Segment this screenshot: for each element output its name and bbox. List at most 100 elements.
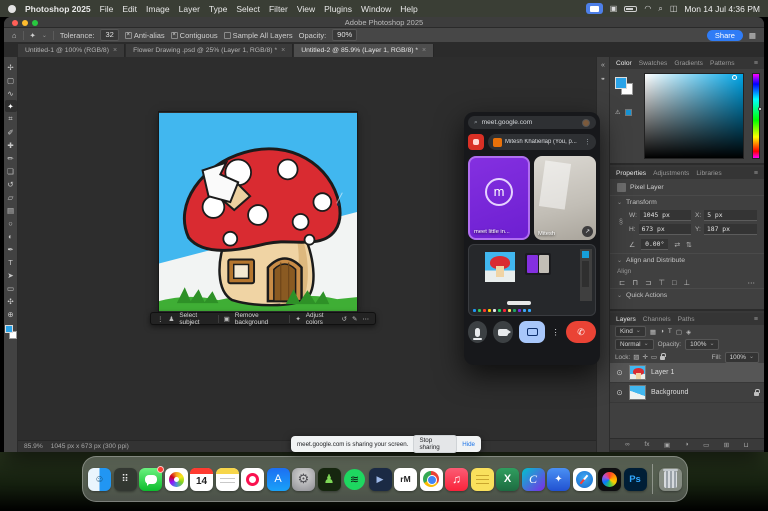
- width-input[interactable]: 1045 px: [640, 210, 691, 221]
- height-input[interactable]: 673 px: [639, 224, 691, 235]
- menu-help[interactable]: Help: [400, 4, 417, 14]
- crop-tool-icon[interactable]: ⌗: [5, 113, 17, 125]
- lock-artboard-icon[interactable]: ▭: [651, 353, 657, 361]
- screen-share-preview[interactable]: [468, 244, 596, 316]
- menu-bar-clock[interactable]: Mon 14 Jul 4:36 PM: [684, 4, 760, 14]
- brush-tool-icon[interactable]: ✏: [5, 152, 17, 164]
- tab-layers[interactable]: Layers: [616, 316, 636, 323]
- filter-adjustment-icon[interactable]: ◑: [660, 328, 664, 335]
- align-bottom-icon[interactable]: ⊥: [684, 278, 691, 287]
- more-options-icon[interactable]: ⋮: [584, 138, 591, 146]
- layer-thumbnail[interactable]: [629, 385, 646, 400]
- home-icon[interactable]: ⌂: [12, 31, 17, 40]
- menu-layer[interactable]: Layer: [179, 4, 200, 14]
- lock-position-icon[interactable]: ✛: [642, 353, 647, 361]
- dock-item-remarkable[interactable]: rM: [394, 468, 417, 491]
- layer-fill-input[interactable]: 100% ⌄: [725, 352, 759, 363]
- menu-plugins[interactable]: Plugins: [324, 4, 352, 14]
- camera-tile[interactable]: Mitesh ↗: [534, 156, 596, 240]
- healing-brush-tool-icon[interactable]: ✚: [5, 139, 17, 151]
- x-input[interactable]: 5 px: [704, 210, 757, 221]
- edit-icon[interactable]: ✎: [352, 315, 357, 323]
- canvas-mushroom-house[interactable]: [159, 112, 357, 312]
- hide-link[interactable]: Hide: [462, 441, 475, 448]
- document-tab-1[interactable]: Untitled-1 @ 100% (RGB/8) ×: [18, 44, 125, 57]
- menu-type[interactable]: Type: [209, 4, 227, 14]
- menu-filter[interactable]: Filter: [269, 4, 288, 14]
- layer-mask-icon[interactable]: ▣: [664, 441, 670, 449]
- hue-slider[interactable]: [752, 73, 760, 159]
- align-top-icon[interactable]: ⊤: [658, 278, 665, 287]
- lock-all-icon[interactable]: [660, 356, 665, 360]
- expand-tile-icon[interactable]: ↗: [582, 226, 593, 237]
- share-button[interactable]: Share: [707, 30, 743, 41]
- menu-window[interactable]: Window: [361, 4, 391, 14]
- participant-chip[interactable]: Mitesh Khatierlap (You, p... ⋮: [488, 134, 596, 150]
- profile-avatar[interactable]: [582, 119, 590, 127]
- flip-horizontal-icon[interactable]: ⇄: [674, 241, 680, 249]
- tab-color[interactable]: Color: [616, 60, 632, 67]
- hand-tool-icon[interactable]: ✣: [5, 295, 17, 307]
- align-section-label[interactable]: Align and Distribute: [626, 257, 685, 264]
- layer-name[interactable]: Background: [651, 389, 688, 396]
- visibility-eye-icon[interactable]: ⊙: [615, 388, 624, 397]
- lasso-tool-icon[interactable]: ∿: [5, 87, 17, 99]
- anti-alias-checkbox[interactable]: × Anti-alias: [125, 31, 165, 40]
- layer-effects-icon[interactable]: fx: [644, 441, 649, 448]
- path-selection-tool-icon[interactable]: ➤: [5, 269, 17, 281]
- chevron-down-icon[interactable]: ⌄: [617, 292, 622, 299]
- remove-background-button[interactable]: Remove background: [235, 312, 285, 326]
- history-icon[interactable]: ↺: [342, 315, 347, 323]
- menu-select[interactable]: Select: [236, 4, 260, 14]
- layer-filter-kind-dropdown[interactable]: Kind ⌄: [615, 326, 646, 337]
- close-tab-icon[interactable]: ×: [281, 47, 285, 54]
- align-middle-icon[interactable]: □: [672, 278, 677, 287]
- zoom-tool-icon[interactable]: ⊕: [5, 308, 17, 320]
- tab-channels[interactable]: Channels: [643, 316, 671, 323]
- tool-preset-caret-icon[interactable]: ⌄: [42, 32, 47, 39]
- align-center-icon[interactable]: ⊓: [632, 278, 638, 287]
- tab-swatches[interactable]: Swatches: [639, 60, 668, 67]
- collapse-panels-icon[interactable]: «: [601, 62, 605, 69]
- blur-tool-icon[interactable]: ○: [5, 217, 17, 229]
- dock-item-fitness[interactable]: [241, 468, 264, 491]
- select-subject-button[interactable]: Select subject: [179, 312, 213, 326]
- dock-item-photoshop[interactable]: Ps: [624, 468, 647, 491]
- more-align-icon[interactable]: ⋯: [748, 278, 756, 287]
- visibility-eye-icon[interactable]: ⊙: [615, 368, 624, 377]
- link-dimensions-icon[interactable]: §: [617, 219, 625, 226]
- dock-item-launchpad[interactable]: ⠿: [114, 468, 137, 491]
- eyedropper-tool-icon[interactable]: ✐: [5, 126, 17, 138]
- link-layers-icon[interactable]: ∞: [625, 441, 630, 448]
- tab-gradients[interactable]: Gradients: [674, 60, 703, 67]
- dock-item-safari[interactable]: [573, 468, 596, 491]
- dock-item-blue-app[interactable]: ✦: [547, 468, 570, 491]
- layer-thumbnail[interactable]: [629, 365, 646, 380]
- dock-item-green-app[interactable]: ♟: [318, 468, 341, 491]
- workspace-switcher-icon[interactable]: ▦: [749, 31, 756, 40]
- tab-paths[interactable]: Paths: [678, 316, 695, 323]
- close-tab-icon[interactable]: ×: [422, 47, 426, 54]
- dock-item-spotify[interactable]: ≋: [343, 468, 366, 491]
- menu-image[interactable]: Image: [146, 4, 170, 14]
- control-center-icon[interactable]: ◫: [670, 4, 678, 13]
- panel-menu-icon[interactable]: ≡: [754, 170, 758, 177]
- hue-slider-knob[interactable]: [758, 107, 762, 111]
- layer-row-background[interactable]: ⊙ Background: [610, 383, 764, 403]
- menu-view[interactable]: View: [297, 4, 315, 14]
- opacity-input[interactable]: 90%: [332, 29, 357, 41]
- layer-group-icon[interactable]: ▭: [703, 441, 709, 449]
- dock-item-tv[interactable]: ▶: [369, 468, 392, 491]
- zoom-level[interactable]: 85.9%: [24, 443, 43, 450]
- spotlight-search-icon[interactable]: ⌕: [658, 4, 662, 14]
- microphone-button[interactable]: [468, 321, 487, 343]
- marquee-tool-icon[interactable]: ▢: [5, 74, 17, 86]
- tab-adjustments[interactable]: Adjustments: [653, 170, 689, 177]
- type-tool-icon[interactable]: T: [5, 256, 17, 268]
- layer-name[interactable]: Layer 1: [651, 369, 674, 376]
- blend-mode-dropdown[interactable]: Normal ⌄: [615, 339, 654, 350]
- dock-item-stickies[interactable]: [471, 468, 494, 491]
- dock-item-app-store[interactable]: A: [267, 468, 290, 491]
- menu-edit[interactable]: Edit: [122, 4, 137, 14]
- align-right-icon[interactable]: ⊐: [645, 278, 651, 287]
